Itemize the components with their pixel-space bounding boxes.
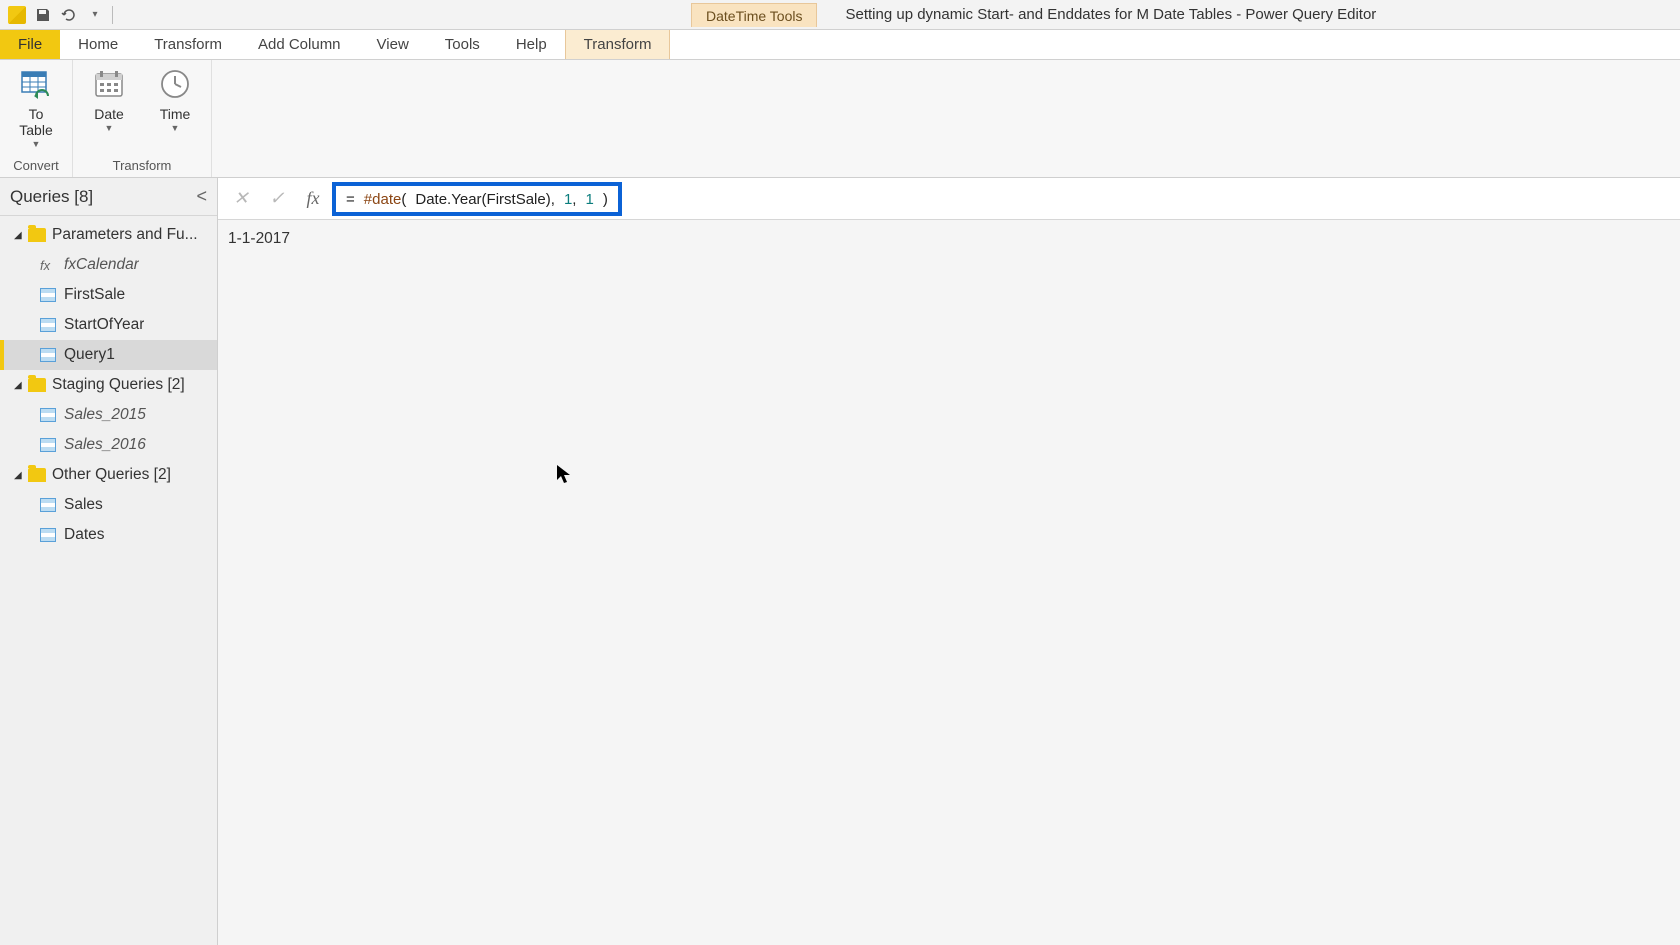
- formula-input[interactable]: = #date( Date.Year(FirstSale), 1, 1 ): [346, 190, 608, 208]
- table-icon: [40, 288, 56, 302]
- query-query1[interactable]: Query1: [0, 340, 217, 370]
- collapse-pane-icon[interactable]: <: [196, 186, 207, 207]
- item-label: fxCalendar: [64, 256, 139, 274]
- to-table-label: To Table: [19, 106, 52, 138]
- table-icon: [40, 438, 56, 452]
- date-button[interactable]: Date ▼: [83, 64, 135, 133]
- folder-icon: [28, 378, 46, 392]
- clock-icon: [155, 64, 195, 104]
- queries-tree: ◢ Parameters and Fu... fx fxCalendar Fir…: [0, 216, 217, 554]
- tab-context-transform[interactable]: Transform: [565, 30, 671, 59]
- table-icon: [40, 318, 56, 332]
- undo-icon[interactable]: [60, 6, 78, 24]
- cursor-icon: [556, 464, 574, 492]
- group-label: Staging Queries [2]: [52, 376, 185, 394]
- table-icon: [40, 408, 56, 422]
- item-label: StartOfYear: [64, 316, 144, 334]
- table-icon: [40, 348, 56, 362]
- group-label: Other Queries [2]: [52, 466, 171, 484]
- save-icon[interactable]: [34, 6, 52, 24]
- confirm-formula-button[interactable]: ✓: [260, 184, 294, 214]
- calendar-icon: [89, 64, 129, 104]
- formula-bar: ✕ ✓ fx = #date( Date.Year(FirstSale), 1,…: [218, 178, 1680, 220]
- main-area: Queries [8] < ◢ Parameters and Fu... fx …: [0, 178, 1680, 945]
- cancel-formula-button[interactable]: ✕: [224, 184, 258, 214]
- result-value: 1-1-2017: [228, 230, 290, 247]
- queries-header: Queries [8] <: [0, 178, 217, 216]
- ribbon-group-convert: To Table ▼ Convert: [0, 60, 73, 177]
- chevron-down-icon: ▼: [32, 139, 41, 149]
- divider: [112, 6, 113, 24]
- group-label-convert: Convert: [10, 158, 62, 175]
- date-label: Date: [94, 106, 124, 122]
- window-title: Setting up dynamic Start- and Enddates f…: [817, 6, 1376, 23]
- tree-group-other[interactable]: ◢ Other Queries [2]: [0, 460, 217, 490]
- chevron-down-icon: ▼: [171, 123, 180, 133]
- group-label-transform: Transform: [83, 158, 201, 175]
- quick-access-toolbar: ▾: [0, 6, 121, 24]
- powerbi-logo-icon: [8, 6, 26, 24]
- query-sales[interactable]: Sales: [0, 490, 217, 520]
- query-startofyear[interactable]: StartOfYear: [0, 310, 217, 340]
- tab-tools[interactable]: Tools: [427, 30, 498, 59]
- chevron-down-icon: ▼: [105, 123, 114, 133]
- query-dates[interactable]: Dates: [0, 520, 217, 550]
- folder-icon: [28, 228, 46, 242]
- item-label: Dates: [64, 526, 105, 544]
- caret-down-icon: ◢: [14, 470, 22, 481]
- queries-pane: Queries [8] < ◢ Parameters and Fu... fx …: [0, 178, 218, 945]
- result-area: 1-1-2017: [218, 220, 1680, 258]
- tab-help[interactable]: Help: [498, 30, 565, 59]
- query-firstsale[interactable]: FirstSale: [0, 280, 217, 310]
- query-fxcalendar[interactable]: fx fxCalendar: [0, 250, 217, 280]
- group-label: Parameters and Fu...: [52, 226, 198, 244]
- title-bar: ▾ DateTime Tools Setting up dynamic Star…: [0, 0, 1680, 30]
- item-label: Sales_2016: [64, 436, 146, 454]
- caret-down-icon: ◢: [14, 230, 22, 241]
- formula-input-highlight: = #date( Date.Year(FirstSale), 1, 1 ): [332, 182, 622, 216]
- qat-dropdown-icon[interactable]: ▾: [86, 6, 104, 24]
- ribbon-body: To Table ▼ Convert Date ▼: [0, 60, 1680, 178]
- fx-button[interactable]: fx: [296, 184, 330, 214]
- queries-title: Queries [8]: [10, 187, 93, 207]
- tree-group-parameters[interactable]: ◢ Parameters and Fu...: [0, 220, 217, 250]
- tab-transform[interactable]: Transform: [136, 30, 240, 59]
- to-table-icon: [16, 64, 56, 104]
- folder-icon: [28, 468, 46, 482]
- tab-home[interactable]: Home: [60, 30, 136, 59]
- time-button[interactable]: Time ▼: [149, 64, 201, 133]
- tab-add-column[interactable]: Add Column: [240, 30, 359, 59]
- tree-group-staging[interactable]: ◢ Staging Queries [2]: [0, 370, 217, 400]
- ribbon-group-transform: Date ▼ Time ▼ Transform: [73, 60, 212, 177]
- table-icon: [40, 528, 56, 542]
- item-label: FirstSale: [64, 286, 125, 304]
- query-sales2015[interactable]: Sales_2015: [0, 400, 217, 430]
- item-label: Query1: [64, 346, 115, 364]
- item-label: Sales_2015: [64, 406, 146, 424]
- tab-view[interactable]: View: [359, 30, 427, 59]
- to-table-button[interactable]: To Table ▼: [10, 64, 62, 149]
- table-icon: [40, 498, 56, 512]
- query-sales2016[interactable]: Sales_2016: [0, 430, 217, 460]
- caret-down-icon: ◢: [14, 380, 22, 391]
- tab-file[interactable]: File: [0, 30, 60, 59]
- content-area: ✕ ✓ fx = #date( Date.Year(FirstSale), 1,…: [218, 178, 1680, 945]
- fx-icon: fx: [40, 258, 56, 273]
- time-label: Time: [160, 106, 191, 122]
- ribbon-tabs: File Home Transform Add Column View Tool…: [0, 30, 1680, 60]
- context-tool-title: DateTime Tools: [691, 3, 817, 27]
- item-label: Sales: [64, 496, 103, 514]
